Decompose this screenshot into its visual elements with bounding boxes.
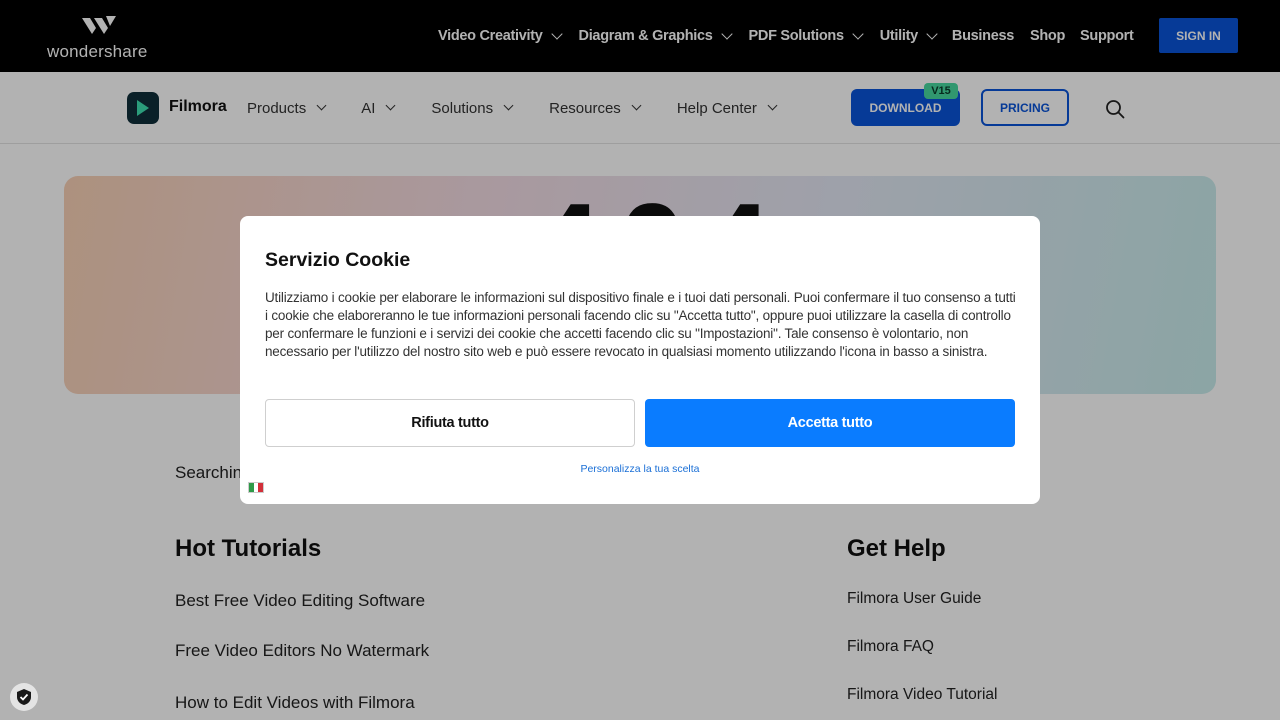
shield-icon [17, 689, 31, 705]
accept-all-button[interactable]: Accetta tutto [645, 399, 1015, 447]
cookie-dialog-title: Servizio Cookie [265, 249, 411, 271]
italy-flag-icon[interactable] [248, 482, 264, 493]
cookie-settings-shield-button[interactable] [10, 683, 38, 711]
cookie-consent-dialog: Servizio Cookie Utilizziamo i cookie per… [240, 216, 1040, 504]
reject-all-button[interactable]: Rifiuta tutto [265, 399, 635, 447]
cookie-dialog-text: Utilizziamo i cookie per elaborare le in… [265, 290, 1016, 359]
customize-choice-link[interactable]: Personalizza la tua scelta [240, 463, 1040, 475]
